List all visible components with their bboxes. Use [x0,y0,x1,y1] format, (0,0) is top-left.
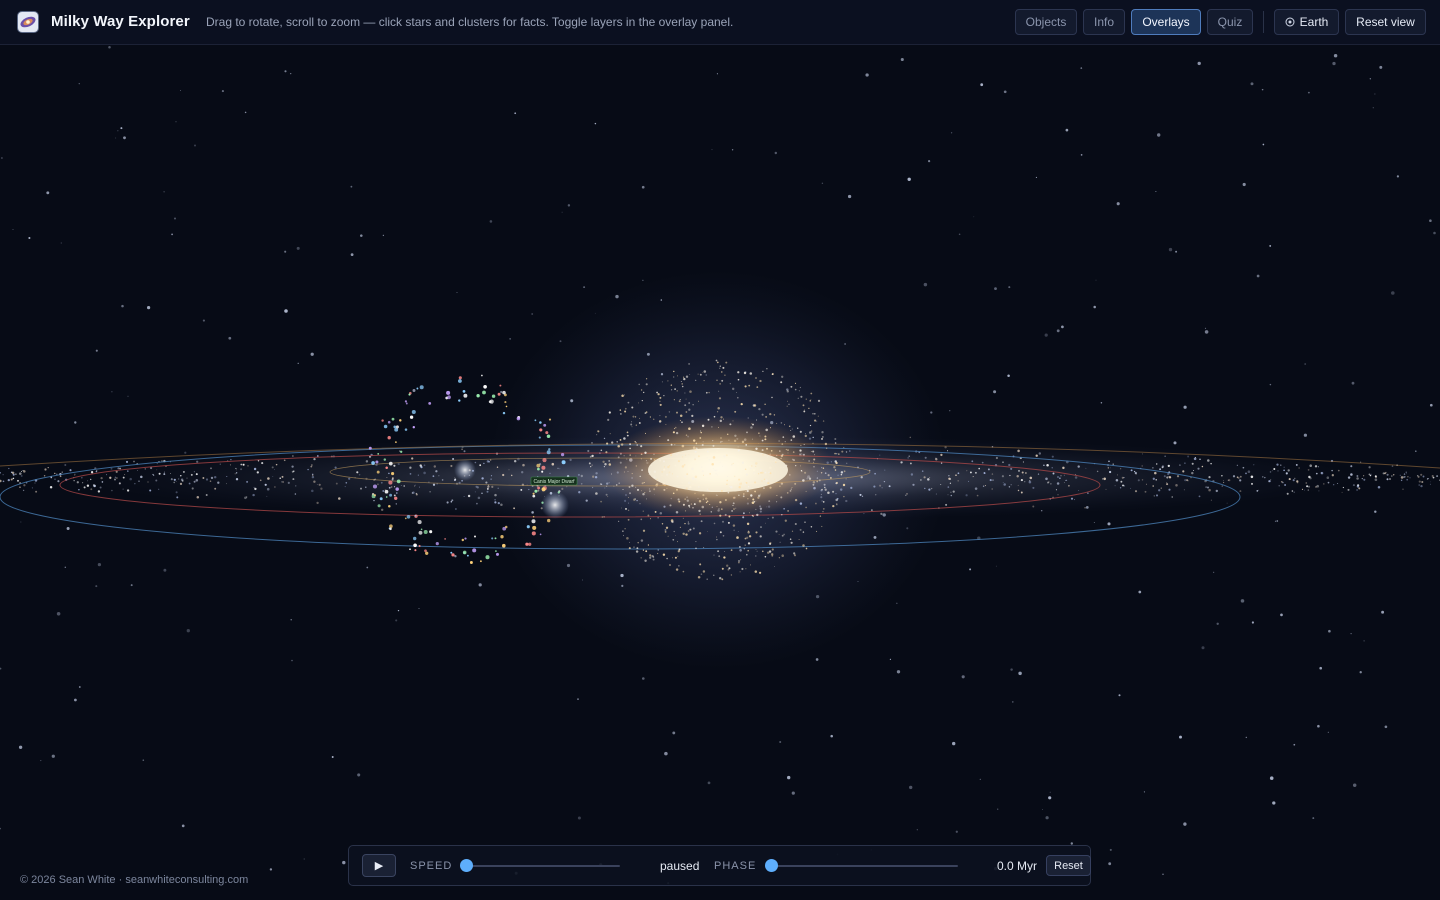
dwarf-galaxy-blob[interactable] [541,491,569,519]
tab-overlays[interactable]: Overlays [1131,9,1201,35]
earth-button[interactable]: Earth [1274,9,1339,35]
usage-hint: Drag to rotate, scroll to zoom — click s… [206,15,734,29]
play-button[interactable]: ▶ [362,854,396,877]
app-title: Milky Way Explorer [51,13,190,30]
canis-major-label: Canis Major Dwarf [533,479,575,485]
tab-objects[interactable]: Objects [1015,9,1077,35]
reset-view-button[interactable]: Reset view [1345,9,1426,35]
top-bar: Milky Way Explorer Drag to rotate, scrol… [0,0,1440,45]
earth-button-label: Earth [1299,15,1329,29]
tab-quiz[interactable]: Quiz [1207,9,1253,35]
phase-slider-thumb[interactable] [765,859,778,872]
galaxy-canvas[interactable]: Canis Major Dwarf [0,0,1440,900]
stellar-cluster-blob[interactable] [454,459,476,481]
time-readout: 0.0 Myr [997,859,1038,873]
toolbar-divider [1263,11,1264,33]
target-icon [1285,17,1295,27]
app-root: Milky Way Explorer Drag to rotate, scrol… [0,0,1440,900]
canis-major-marker[interactable]: Canis Major Dwarf [530,476,578,486]
tab-info[interactable]: Info [1083,9,1125,35]
speed-slider-thumb[interactable] [460,859,473,872]
phase-label: PHASE [714,860,757,872]
play-icon: ▶ [374,860,384,872]
galactic-bar [648,448,788,492]
timeline-controls: ▶ SPEED paused PHASE 0.0 Myr Reset [348,845,1091,886]
footer-credit: © 2026 Sean White · seanwhiteconsulting.… [20,874,249,886]
galaxy-logo-icon [17,11,39,33]
speed-slider[interactable] [466,865,620,867]
phase-slider[interactable] [771,865,958,867]
reset-timeline-button[interactable]: Reset [1046,855,1091,876]
speed-status: paused [660,859,700,873]
speed-label: SPEED [410,860,453,872]
